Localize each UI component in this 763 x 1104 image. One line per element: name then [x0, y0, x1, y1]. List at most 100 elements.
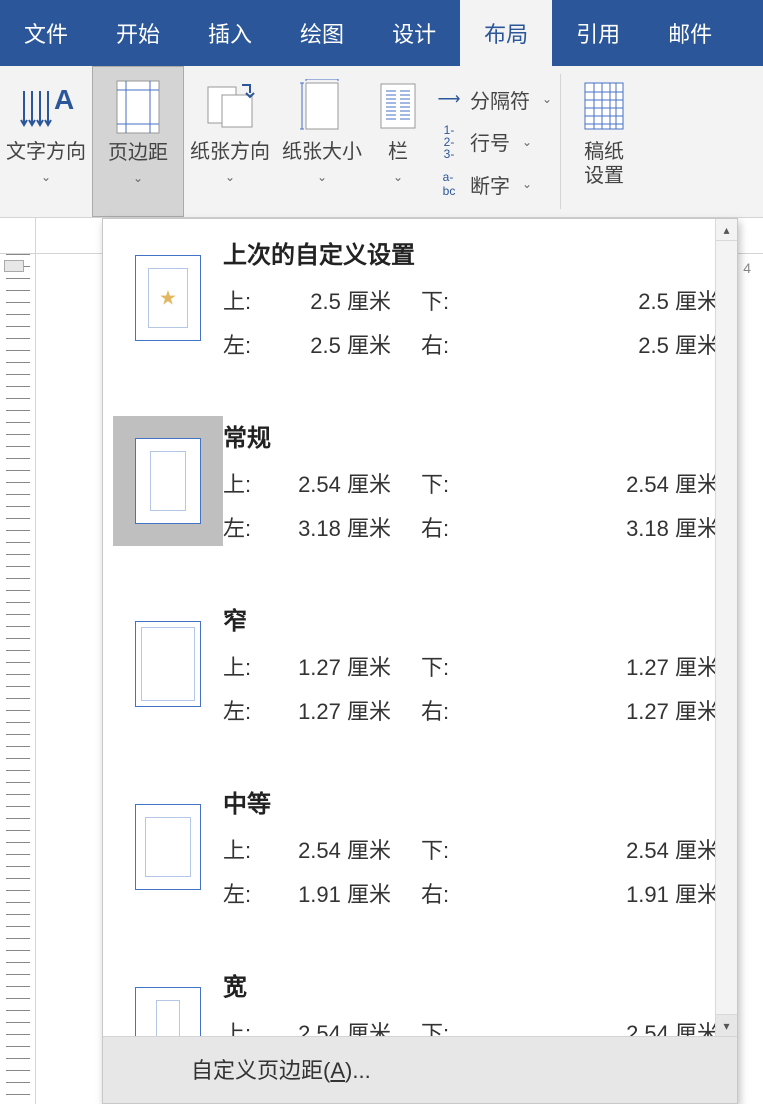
top-value: 2.54 厘米: [271, 467, 421, 499]
margins-preset-normal[interactable]: 常规 上: 2.54 厘米 下: 2.54 厘米 左: 3.18 厘米 右: 3…: [103, 402, 737, 585]
margins-preset-last-custom[interactable]: ★ 上次的自定义设置 上: 2.5 厘米 下: 2.5 厘米 左: 2.5 厘米…: [103, 219, 737, 402]
breaks-icon: ⟶: [436, 89, 462, 109]
left-label: 左:: [223, 877, 271, 909]
top-value: 2.54 厘米: [271, 1016, 421, 1036]
margins-preset-narrow[interactable]: 窄 上: 1.27 厘米 下: 1.27 厘米 左: 1.27 厘米 右: 1.…: [103, 585, 737, 768]
bottom-label: 下:: [421, 467, 469, 499]
chevron-down-icon: ⌄: [133, 171, 143, 185]
columns-label: 栏: [388, 140, 408, 164]
top-label: 上:: [223, 650, 271, 682]
margins-icon: [116, 77, 160, 137]
hyphenation-button[interactable]: a-bc 断字 ⌄: [436, 170, 552, 199]
left-label: 左:: [223, 694, 271, 726]
menu-references[interactable]: 引用: [552, 0, 644, 66]
preset-title: 宽: [223, 967, 727, 1002]
right-label: 右:: [421, 511, 469, 543]
svg-text:A: A: [54, 84, 74, 115]
size-label: 纸张大小: [282, 140, 362, 164]
margins-preset-moderate[interactable]: 中等 上: 2.54 厘米 下: 2.54 厘米 左: 1.91 厘米 右: 1…: [103, 768, 737, 951]
menu-draw[interactable]: 绘图: [276, 0, 368, 66]
left-value: 2.5 厘米: [271, 328, 421, 360]
bottom-value: 2.54 厘米: [469, 1016, 727, 1036]
preset-thumb: ★: [113, 233, 223, 363]
right-value: 2.5 厘米: [469, 328, 727, 360]
left-label: 左:: [223, 328, 271, 360]
top-value: 2.5 厘米: [271, 284, 421, 316]
preset-thumb: [113, 599, 223, 729]
menu-home[interactable]: 开始: [92, 0, 184, 66]
hyphenation-label: 断字: [470, 170, 510, 199]
custom-margins-label-post: )...: [345, 1058, 371, 1083]
chevron-down-icon: ⌄: [225, 170, 235, 184]
right-label: 右:: [421, 328, 469, 360]
size-button[interactable]: 纸张大小 ⌄: [276, 66, 368, 217]
text-direction-button[interactable]: A 文字方向 ⌄: [0, 66, 92, 217]
star-icon: ★: [159, 286, 177, 311]
custom-margins-button[interactable]: 自定义页边距(A)...: [103, 1036, 737, 1103]
scroll-down-button[interactable]: ▾: [716, 1014, 737, 1036]
dropdown-scrollbar[interactable]: ▴ ▾: [715, 219, 737, 1036]
bottom-value: 2.5 厘米: [469, 284, 727, 316]
line-numbers-label: 行号: [470, 127, 510, 156]
manuscript-sublabel: 设置: [584, 164, 624, 188]
left-value: 1.91 厘米: [271, 877, 421, 909]
menu-insert[interactable]: 插入: [184, 0, 276, 66]
line-numbers-icon: 1-2-3-: [436, 124, 462, 160]
manuscript-button[interactable]: 稿纸 设置: [561, 66, 647, 217]
chevron-down-icon: ⌄: [522, 135, 532, 149]
top-value: 2.54 厘米: [271, 833, 421, 865]
ribbon: A 文字方向 ⌄ 页边距 ⌄ 纸张方向 ⌄ 纸张大小: [0, 66, 763, 218]
margins-label: 页边距: [108, 141, 168, 165]
breaks-button[interactable]: ⟶ 分隔符 ⌄: [436, 85, 552, 114]
margins-preset-wide[interactable]: 宽 上: 2.54 厘米 下: 2.54 厘米 左: 5.08 厘米 右: 5.…: [103, 951, 737, 1036]
margins-dropdown: ★ 上次的自定义设置 上: 2.5 厘米 下: 2.5 厘米 左: 2.5 厘米…: [102, 218, 738, 1104]
text-direction-icon: A: [18, 76, 74, 136]
ruler-number: 4: [743, 260, 751, 276]
chevron-down-icon: ⌄: [542, 92, 552, 106]
menu-layout[interactable]: 布局: [460, 0, 552, 66]
left-value: 1.27 厘米: [271, 694, 421, 726]
ribbon-small-list: ⟶ 分隔符 ⌄ 1-2-3- 行号 ⌄ a-bc 断字 ⌄: [428, 66, 560, 217]
preset-title: 常规: [223, 418, 727, 453]
chevron-down-icon: ⌄: [522, 177, 532, 191]
preset-thumb: [113, 965, 223, 1036]
hyphenation-icon: a-bc: [436, 170, 462, 198]
orientation-button[interactable]: 纸张方向 ⌄: [184, 66, 276, 217]
right-label: 右:: [421, 694, 469, 726]
ruler-corner: [0, 218, 36, 254]
text-direction-label: 文字方向: [6, 140, 86, 164]
orientation-label: 纸张方向: [190, 140, 270, 164]
manuscript-icon: [584, 76, 624, 136]
left-label: 左:: [223, 511, 271, 543]
line-numbers-button[interactable]: 1-2-3- 行号 ⌄: [436, 124, 552, 160]
right-value: 1.91 厘米: [469, 877, 727, 909]
margins-dropdown-body: ★ 上次的自定义设置 上: 2.5 厘米 下: 2.5 厘米 左: 2.5 厘米…: [103, 219, 737, 1036]
top-label: 上:: [223, 467, 271, 499]
preset-thumb: [113, 782, 223, 912]
menu-design[interactable]: 设计: [368, 0, 460, 66]
right-value: 3.18 厘米: [469, 511, 727, 543]
bottom-label: 下:: [421, 1016, 469, 1036]
custom-margins-accelerator: A: [330, 1058, 345, 1083]
bottom-label: 下:: [421, 650, 469, 682]
bottom-value: 1.27 厘米: [469, 650, 727, 682]
chevron-down-icon: ⌄: [41, 170, 51, 184]
menu-mailings[interactable]: 邮件: [644, 0, 736, 66]
ruler-tab-selector[interactable]: [4, 260, 24, 272]
menu-bar: 文件 开始 插入 绘图 设计 布局 引用 邮件: [0, 0, 763, 66]
bottom-value: 2.54 厘米: [469, 833, 727, 865]
chevron-down-icon: ⌄: [317, 170, 327, 184]
right-label: 右:: [421, 877, 469, 909]
scroll-up-button[interactable]: ▴: [716, 219, 737, 241]
ribbon-group-manuscript: 稿纸 设置: [561, 66, 647, 217]
columns-button[interactable]: 栏 ⌄: [368, 66, 428, 217]
top-label: 上:: [223, 833, 271, 865]
top-label: 上:: [223, 1016, 271, 1036]
menu-file[interactable]: 文件: [0, 0, 92, 66]
ruler-vertical[interactable]: [0, 254, 36, 1104]
margins-button[interactable]: 页边距 ⌄: [92, 66, 184, 217]
preset-title: 中等: [223, 784, 727, 819]
custom-margins-label-pre: 自定义页边距(: [191, 1058, 330, 1083]
bottom-label: 下:: [421, 284, 469, 316]
chevron-down-icon: ⌄: [393, 170, 403, 184]
